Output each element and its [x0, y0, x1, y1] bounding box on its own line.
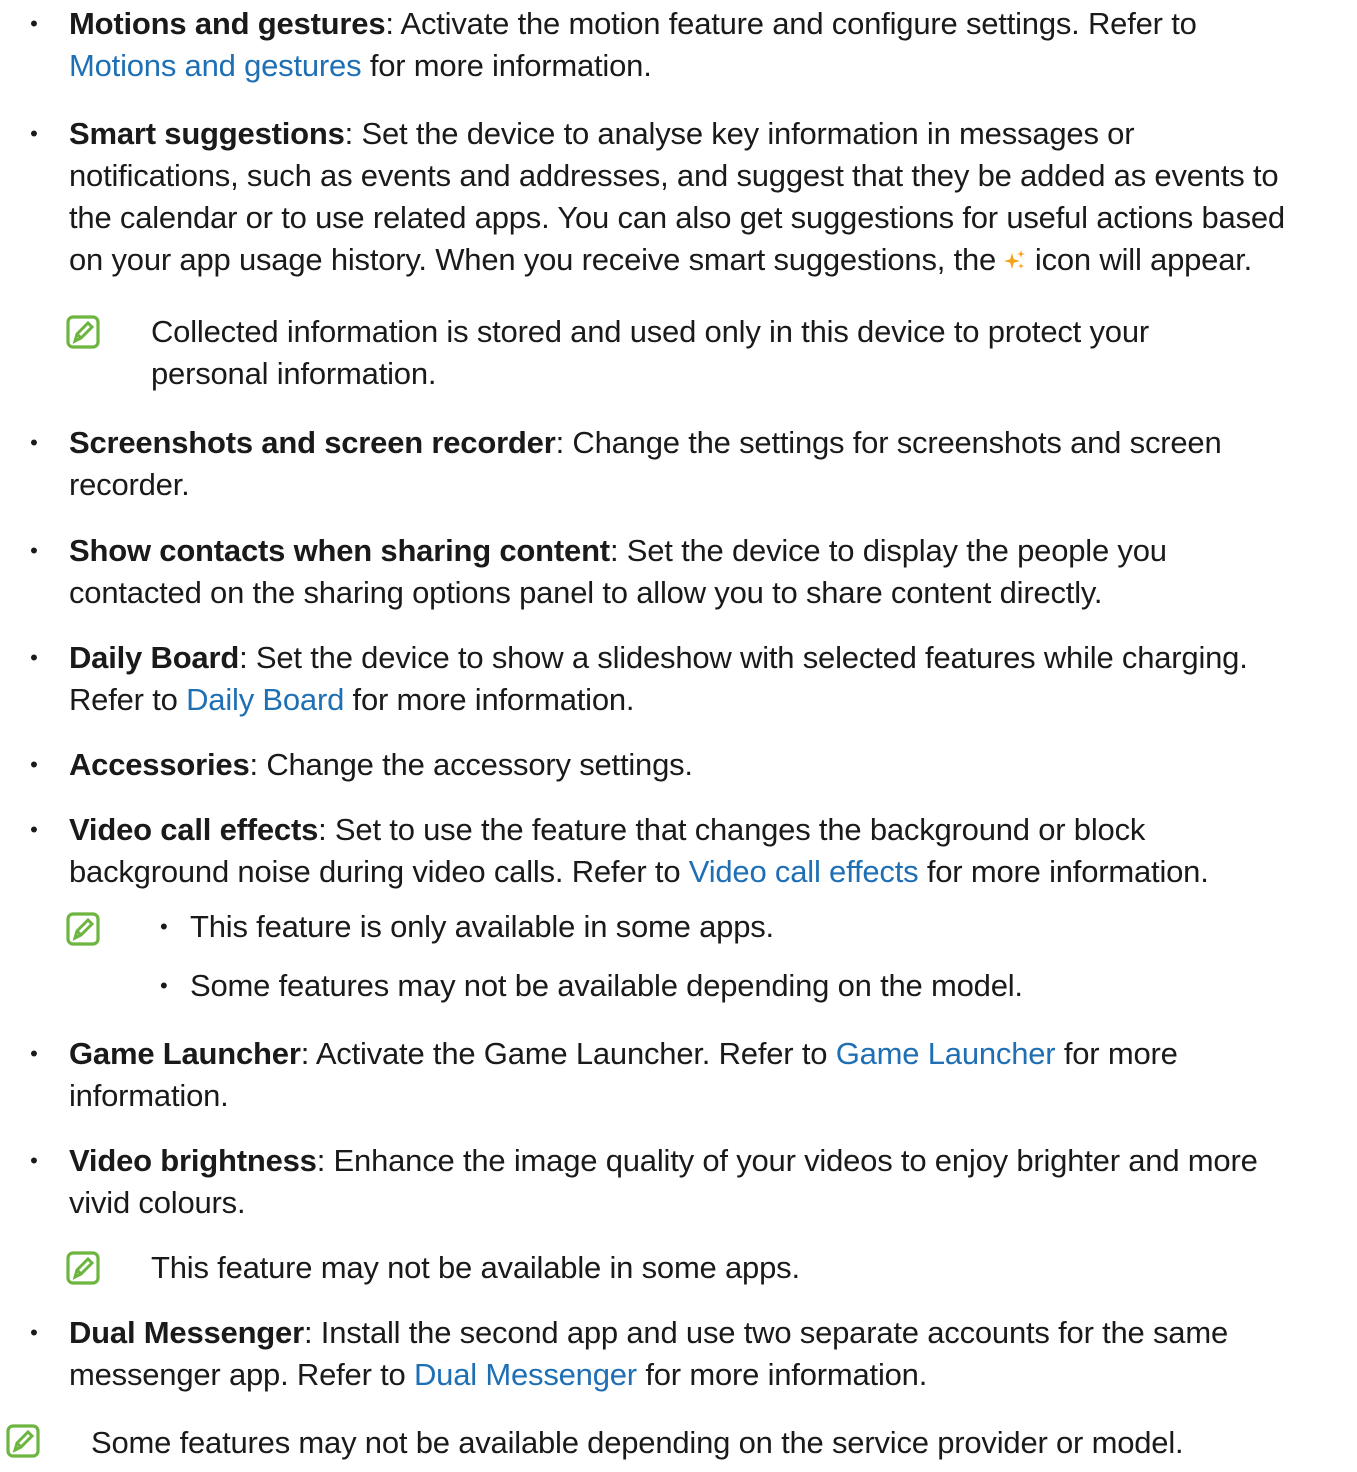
note-icon [66, 912, 100, 946]
item-title: Game Launcher [69, 1036, 301, 1071]
note-video-call-effects: • This feature is only available in some… [0, 906, 1300, 1016]
item-text: : Set the device to show a slideshow wit… [239, 640, 1248, 675]
item-text: on your app usage history. When you rece… [69, 242, 1005, 277]
item-title: Video call effects [69, 812, 319, 847]
item-text: for more information. [918, 854, 1209, 889]
list-item-video-brightness: • Video brightness: Enhance the image qu… [0, 1140, 1350, 1224]
item-text: icon will appear. [1026, 242, 1253, 277]
link-dual-messenger[interactable]: Dual Messenger [414, 1357, 637, 1392]
bullet: • [160, 973, 168, 998]
link-motions-and-gestures[interactable]: Motions and gestures [69, 48, 362, 83]
list-item-accessories: • Accessories: Change the accessory sett… [0, 744, 1350, 786]
note-text: Some features may not be available depen… [190, 968, 1023, 1003]
item-text: for more information. [344, 682, 635, 717]
item-text: Refer to [69, 682, 187, 717]
note-video-brightness: This feature may not be available in som… [0, 1247, 1300, 1289]
item-text: the calendar or to use related apps. You… [69, 200, 1285, 235]
item-title: Screenshots and screen recorder [69, 425, 556, 460]
bullet: • [30, 752, 38, 777]
item-text: for more information. [361, 48, 652, 83]
bullet: • [30, 121, 38, 146]
link-video-call-effects[interactable]: Video call effects [689, 854, 919, 889]
note-icon [66, 1251, 100, 1285]
item-text: : Change the accessory settings. [249, 747, 694, 782]
item-text: : Set the device to display the people y… [609, 533, 1167, 568]
item-text: recorder. [69, 467, 190, 502]
item-text: background noise during video calls. Ref… [69, 854, 689, 889]
link-game-launcher[interactable]: Game Launcher [836, 1036, 1056, 1071]
note-text: This feature is only available in some a… [190, 909, 774, 944]
item-text: : Activate the Game Launcher. Refer to [300, 1036, 836, 1071]
item-text: information. [69, 1078, 229, 1113]
list-item-dual-messenger: • Dual Messenger: Install the second app… [0, 1312, 1350, 1396]
item-text: for more [1055, 1036, 1178, 1071]
note-icon [6, 1424, 40, 1458]
list-item-show-contacts: • Show contacts when sharing content: Se… [0, 530, 1350, 614]
item-text: : Set the device to analyse key informat… [344, 116, 1135, 151]
item-text: notifications, such as events and addres… [69, 158, 1279, 193]
footer-note: Some features may not be available depen… [0, 1422, 1300, 1464]
bullet: • [30, 645, 38, 670]
item-text: : Set to use the feature that changes th… [318, 812, 1146, 847]
item-title: Dual Messenger [69, 1315, 304, 1350]
item-text: for more information. [636, 1357, 928, 1392]
sparkle-icon [1004, 241, 1026, 269]
note-text: personal information. [151, 356, 437, 391]
bullet: • [30, 11, 38, 36]
list-item-daily-board: • Daily Board: Set the device to show a … [0, 637, 1350, 721]
item-text: : Activate the motion feature and config… [385, 6, 1197, 41]
bullet: • [30, 1320, 38, 1345]
item-title: Daily Board [69, 640, 240, 675]
list-item-screenshots: • Screenshots and screen recorder: Chang… [0, 422, 1350, 506]
item-title: Video brightness [69, 1143, 317, 1178]
bullet: • [160, 914, 168, 939]
document-page: • Motions and gestures: Activate the mot… [0, 0, 1357, 1472]
bullet: • [30, 430, 38, 455]
item-text: : Install the second app and use two sep… [303, 1315, 1229, 1350]
item-title: Accessories [69, 747, 250, 782]
note-text: This feature may not be available in som… [151, 1250, 800, 1285]
item-title: Smart suggestions [69, 116, 345, 151]
note-smart-suggestions: Collected information is stored and used… [0, 311, 1300, 395]
item-text: contacted on the sharing options panel t… [69, 575, 1103, 610]
item-text: : Enhance the image quality of your vide… [316, 1143, 1258, 1178]
item-text: vivid colours. [69, 1185, 246, 1220]
bullet: • [30, 1148, 38, 1173]
item-title: Show contacts when sharing content [69, 533, 610, 568]
list-item-game-launcher: • Game Launcher: Activate the Game Launc… [0, 1033, 1350, 1117]
note-text: Some features may not be available depen… [91, 1425, 1184, 1460]
list-item-smart-suggestions: • Smart suggestions: Set the device to a… [0, 113, 1350, 281]
note-icon [66, 315, 100, 349]
link-daily-board[interactable]: Daily Board [186, 682, 344, 717]
item-text: : Change the settings for screenshots an… [555, 425, 1222, 460]
item-title: Motions and gestures [69, 6, 386, 41]
bullet: • [30, 1041, 38, 1066]
bullet: • [30, 817, 38, 842]
list-item-video-call-effects: • Video call effects: Set to use the fea… [0, 809, 1350, 893]
list-item-motions: • Motions and gestures: Activate the mot… [0, 3, 1350, 87]
note-text: Collected information is stored and used… [151, 314, 1150, 349]
item-text: messenger app. Refer to [69, 1357, 414, 1392]
bullet: • [30, 538, 38, 563]
